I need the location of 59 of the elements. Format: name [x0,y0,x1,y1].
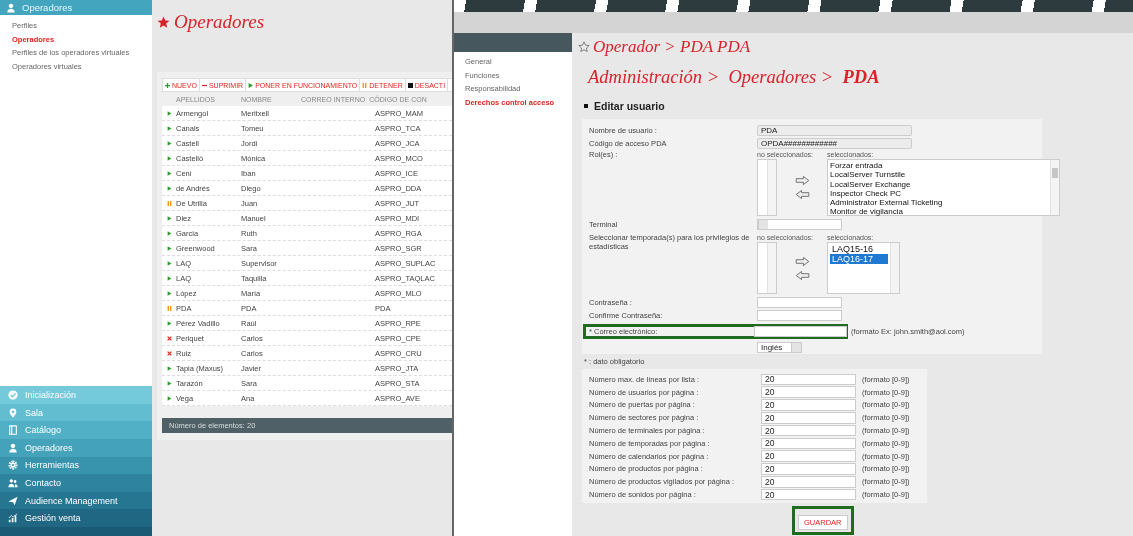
list-item[interactable]: Administrator External Ticketing [830,198,1048,208]
list-box[interactable] [757,242,777,294]
book-icon [8,425,18,436]
list-item[interactable]: Forzar entrada [830,161,1048,171]
person-icon [8,442,18,453]
terminal-select[interactable] [757,219,842,230]
arrow-left-icon[interactable] [794,190,810,199]
password-field[interactable] [757,310,842,321]
person-icon [6,2,16,13]
star-icon [157,15,170,29]
plus-icon [165,82,170,88]
input-field[interactable]: 20 [761,373,856,386]
breadcrumb: Administración > Operadores > PDA [588,66,880,88]
section-title: Editar usuario [594,100,665,112]
menu-item[interactable]: Contacto [0,474,152,492]
star-outline-icon [578,41,590,53]
scrollbar[interactable] [890,243,899,293]
check-circle-icon [8,390,18,401]
email-field[interactable] [754,326,847,337]
arrow-right-icon[interactable] [794,176,810,185]
scrollbar[interactable] [767,243,776,293]
language-select[interactable]: Inglés [757,342,802,353]
scrollbar[interactable] [767,160,776,215]
list-item[interactable]: Inspector Check PC [830,188,1048,199]
input-field[interactable]: 20 [761,386,856,398]
paper-plane-icon [8,495,18,506]
input-field[interactable]: 20 [761,463,856,475]
list-item[interactable]: LocalServer Exchange [830,179,1048,189]
map-pin-icon [8,407,18,418]
play-icon [248,82,254,88]
menu-item[interactable]: Gestión venta [0,509,152,527]
input-field[interactable]: 20 [761,488,856,501]
page-title: Operadores [174,11,265,33]
input-field[interactable]: 20 [761,424,856,437]
list-item[interactable]: LAQ15-16 [830,244,888,254]
arrow-left-icon[interactable] [794,270,810,280]
gear-icon [8,460,18,471]
arrow-right-icon[interactable] [794,256,810,266]
page-title: Operador > PDA PDA [593,37,751,57]
list-item[interactable]: Monitor de vigilancia [830,207,1048,217]
square-bullet-icon [584,104,588,108]
password-field[interactable] [757,297,842,308]
pause-icon [362,82,368,88]
input-field[interactable]: OPDA############ [757,138,912,149]
input-field[interactable]: 20 [761,437,856,450]
list-item[interactable]: LocalServer Turnstile [830,170,1048,180]
list-box[interactable] [757,159,777,216]
scrollbar[interactable] [1050,160,1059,215]
input-field[interactable]: 20 [761,399,856,411]
stop-icon [407,82,413,88]
input-field[interactable]: PDA [757,125,912,136]
minus-icon [201,82,207,88]
section-title: Operadores [22,2,73,13]
input-field[interactable]: 20 [761,412,856,424]
people-icon [8,478,18,488]
chart-icon [8,513,18,524]
input-field[interactable]: 20 [761,450,856,462]
input-field[interactable]: 20 [761,476,856,488]
list-item[interactable]: LAQ16-17 [830,254,888,264]
